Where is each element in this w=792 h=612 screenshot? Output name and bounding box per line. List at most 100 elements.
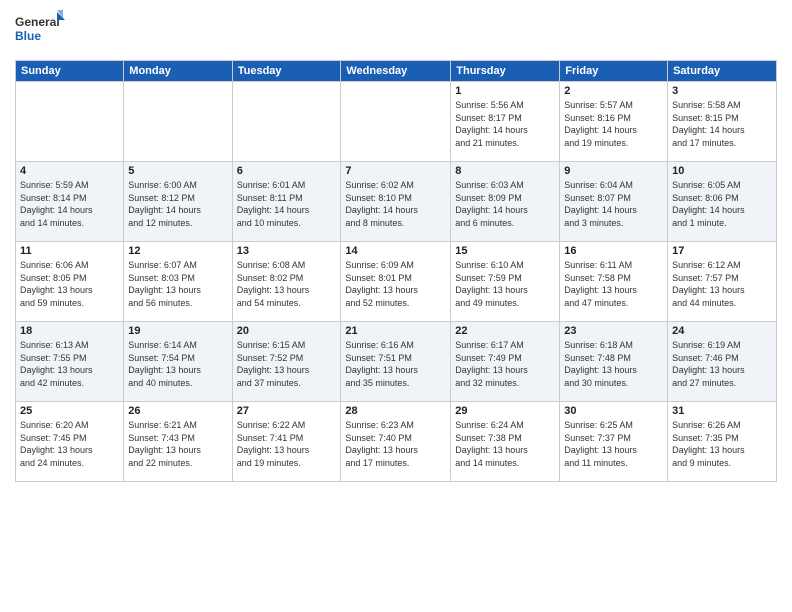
calendar-cell: 11 Sunrise: 6:06 AM Sunset: 8:05 PM Dayli… [16, 242, 124, 322]
page: General Blue SundayMondayTuesdayWednesda… [0, 0, 792, 612]
day-number: 26 [128, 405, 227, 417]
calendar-cell: 7Sunrise: 6:02 AM Sunset: 8:10 PM Daylig… [341, 162, 451, 242]
day-info: Sunrise: 5:59 AM Sunset: 8:14 PM Dayligh… [20, 179, 119, 229]
day-info: Sunrise: 5:56 AM Sunset: 8:17 PM Dayligh… [455, 99, 555, 149]
day-info: Sunrise: 6:08 AM Sunset: 8:02 PM Dayligh… [237, 259, 337, 309]
day-info: Sunrise: 6:15 AM Sunset: 7:52 PM Dayligh… [237, 339, 337, 389]
calendar-cell: 24 Sunrise: 6:19 AM Sunset: 7:46 PM Dayli… [668, 322, 777, 402]
day-info: Sunrise: 6:00 AM Sunset: 8:12 PM Dayligh… [128, 179, 227, 229]
day-number: 22 [455, 325, 555, 337]
day-number: 8 [455, 165, 555, 177]
day-info: Sunrise: 6:25 AM Sunset: 7:37 PM Dayligh… [564, 419, 663, 469]
day-number: 19 [128, 325, 227, 337]
day-number: 14 [345, 245, 446, 257]
calendar-cell: 19 Sunrise: 6:14 AM Sunset: 7:54 PM Dayli… [124, 322, 232, 402]
day-number: 2 [564, 85, 663, 97]
calendar-cell: 29 Sunrise: 6:24 AM Sunset: 7:38 PM Dayli… [451, 402, 560, 482]
day-number: 4 [20, 165, 119, 177]
calendar-cell [16, 82, 124, 162]
calendar-cell: 20Sunrise: 6:15 AM Sunset: 7:52 PM Dayli… [232, 322, 341, 402]
day-info: Sunrise: 6:16 AM Sunset: 7:51 PM Dayligh… [345, 339, 446, 389]
day-info: Sunrise: 6:01 AM Sunset: 8:11 PM Dayligh… [237, 179, 337, 229]
day-number: 16 [564, 245, 663, 257]
calendar-cell: 13 Sunrise: 6:08 AM Sunset: 8:02 PM Dayli… [232, 242, 341, 322]
day-number: 1 [455, 85, 555, 97]
svg-text:General: General [15, 15, 60, 29]
day-number: 17 [672, 245, 772, 257]
weekday-label: Monday [124, 61, 232, 82]
day-number: 28 [345, 405, 446, 417]
day-number: 27 [237, 405, 337, 417]
day-number: 18 [20, 325, 119, 337]
day-number: 3 [672, 85, 772, 97]
calendar-week-row: 1 Sunrise: 5:56 AM Sunset: 8:17 PM Daylig… [16, 82, 777, 162]
calendar-cell: 28 Sunrise: 6:23 AM Sunset: 7:40 PM Dayli… [341, 402, 451, 482]
calendar-week-row: 4 Sunrise: 5:59 AM Sunset: 8:14 PM Daylig… [16, 162, 777, 242]
calendar-week-row: 25 Sunrise: 6:20 AM Sunset: 7:45 PM Dayli… [16, 402, 777, 482]
day-number: 24 [672, 325, 772, 337]
day-info: Sunrise: 5:57 AM Sunset: 8:16 PM Dayligh… [564, 99, 663, 149]
day-number: 29 [455, 405, 555, 417]
calendar-cell: 8 Sunrise: 6:03 AM Sunset: 8:09 PM Daylig… [451, 162, 560, 242]
day-info: Sunrise: 6:21 AM Sunset: 7:43 PM Dayligh… [128, 419, 227, 469]
calendar-cell [341, 82, 451, 162]
weekday-label: Friday [560, 61, 668, 82]
day-number: 31 [672, 405, 772, 417]
calendar-cell: 30 Sunrise: 6:25 AM Sunset: 7:37 PM Dayli… [560, 402, 668, 482]
calendar-cell: 5 Sunrise: 6:00 AM Sunset: 8:12 PM Daylig… [124, 162, 232, 242]
weekday-label: Tuesday [232, 61, 341, 82]
day-info: Sunrise: 6:20 AM Sunset: 7:45 PM Dayligh… [20, 419, 119, 469]
day-info: Sunrise: 6:19 AM Sunset: 7:46 PM Dayligh… [672, 339, 772, 389]
calendar-cell: 22 Sunrise: 6:17 AM Sunset: 7:49 PM Dayli… [451, 322, 560, 402]
day-number: 15 [455, 245, 555, 257]
calendar-cell: 12Sunrise: 6:07 AM Sunset: 8:03 PM Dayli… [124, 242, 232, 322]
calendar-cell: 10Sunrise: 6:05 AM Sunset: 8:06 PM Dayli… [668, 162, 777, 242]
calendar-cell: 17 Sunrise: 6:12 AM Sunset: 7:57 PM Dayli… [668, 242, 777, 322]
day-info: Sunrise: 6:03 AM Sunset: 8:09 PM Dayligh… [455, 179, 555, 229]
day-number: 25 [20, 405, 119, 417]
day-number: 9 [564, 165, 663, 177]
day-info: Sunrise: 6:17 AM Sunset: 7:49 PM Dayligh… [455, 339, 555, 389]
day-info: Sunrise: 6:14 AM Sunset: 7:54 PM Dayligh… [128, 339, 227, 389]
calendar-week-row: 18Sunrise: 6:13 AM Sunset: 7:55 PM Dayli… [16, 322, 777, 402]
logo: General Blue [15, 10, 65, 52]
day-info: Sunrise: 6:02 AM Sunset: 8:10 PM Dayligh… [345, 179, 446, 229]
calendar-cell: 4 Sunrise: 5:59 AM Sunset: 8:14 PM Daylig… [16, 162, 124, 242]
day-number: 12 [128, 245, 227, 257]
calendar-cell: 15 Sunrise: 6:10 AM Sunset: 7:59 PM Dayli… [451, 242, 560, 322]
calendar-cell: 3 Sunrise: 5:58 AM Sunset: 8:15 PM Daylig… [668, 82, 777, 162]
weekday-label: Thursday [451, 61, 560, 82]
calendar-cell: 2 Sunrise: 5:57 AM Sunset: 8:16 PM Daylig… [560, 82, 668, 162]
day-number: 13 [237, 245, 337, 257]
svg-text:Blue: Blue [15, 29, 41, 43]
day-info: Sunrise: 6:22 AM Sunset: 7:41 PM Dayligh… [237, 419, 337, 469]
day-info: Sunrise: 6:24 AM Sunset: 7:38 PM Dayligh… [455, 419, 555, 469]
weekday-label: Saturday [668, 61, 777, 82]
day-info: Sunrise: 6:12 AM Sunset: 7:57 PM Dayligh… [672, 259, 772, 309]
weekday-header-row: SundayMondayTuesdayWednesdayThursdayFrid… [16, 61, 777, 82]
calendar-cell: 21Sunrise: 6:16 AM Sunset: 7:51 PM Dayli… [341, 322, 451, 402]
calendar-cell: 6 Sunrise: 6:01 AM Sunset: 8:11 PM Daylig… [232, 162, 341, 242]
day-info: Sunrise: 6:10 AM Sunset: 7:59 PM Dayligh… [455, 259, 555, 309]
calendar-cell: 31 Sunrise: 6:26 AM Sunset: 7:35 PM Dayli… [668, 402, 777, 482]
day-number: 11 [20, 245, 119, 257]
calendar-cell: 23 Sunrise: 6:18 AM Sunset: 7:48 PM Dayli… [560, 322, 668, 402]
day-number: 6 [237, 165, 337, 177]
weekday-label: Wednesday [341, 61, 451, 82]
day-info: Sunrise: 5:58 AM Sunset: 8:15 PM Dayligh… [672, 99, 772, 149]
day-number: 23 [564, 325, 663, 337]
calendar-cell: 18Sunrise: 6:13 AM Sunset: 7:55 PM Dayli… [16, 322, 124, 402]
day-number: 10 [672, 165, 772, 177]
calendar-cell: 27 Sunrise: 6:22 AM Sunset: 7:41 PM Dayli… [232, 402, 341, 482]
calendar-cell [124, 82, 232, 162]
calendar-cell: 14Sunrise: 6:09 AM Sunset: 8:01 PM Dayli… [341, 242, 451, 322]
day-info: Sunrise: 6:26 AM Sunset: 7:35 PM Dayligh… [672, 419, 772, 469]
day-info: Sunrise: 6:18 AM Sunset: 7:48 PM Dayligh… [564, 339, 663, 389]
header: General Blue [15, 10, 777, 52]
day-info: Sunrise: 6:23 AM Sunset: 7:40 PM Dayligh… [345, 419, 446, 469]
day-info: Sunrise: 6:06 AM Sunset: 8:05 PM Dayligh… [20, 259, 119, 309]
day-number: 30 [564, 405, 663, 417]
calendar-cell: 1 Sunrise: 5:56 AM Sunset: 8:17 PM Daylig… [451, 82, 560, 162]
day-number: 5 [128, 165, 227, 177]
calendar-cell [232, 82, 341, 162]
